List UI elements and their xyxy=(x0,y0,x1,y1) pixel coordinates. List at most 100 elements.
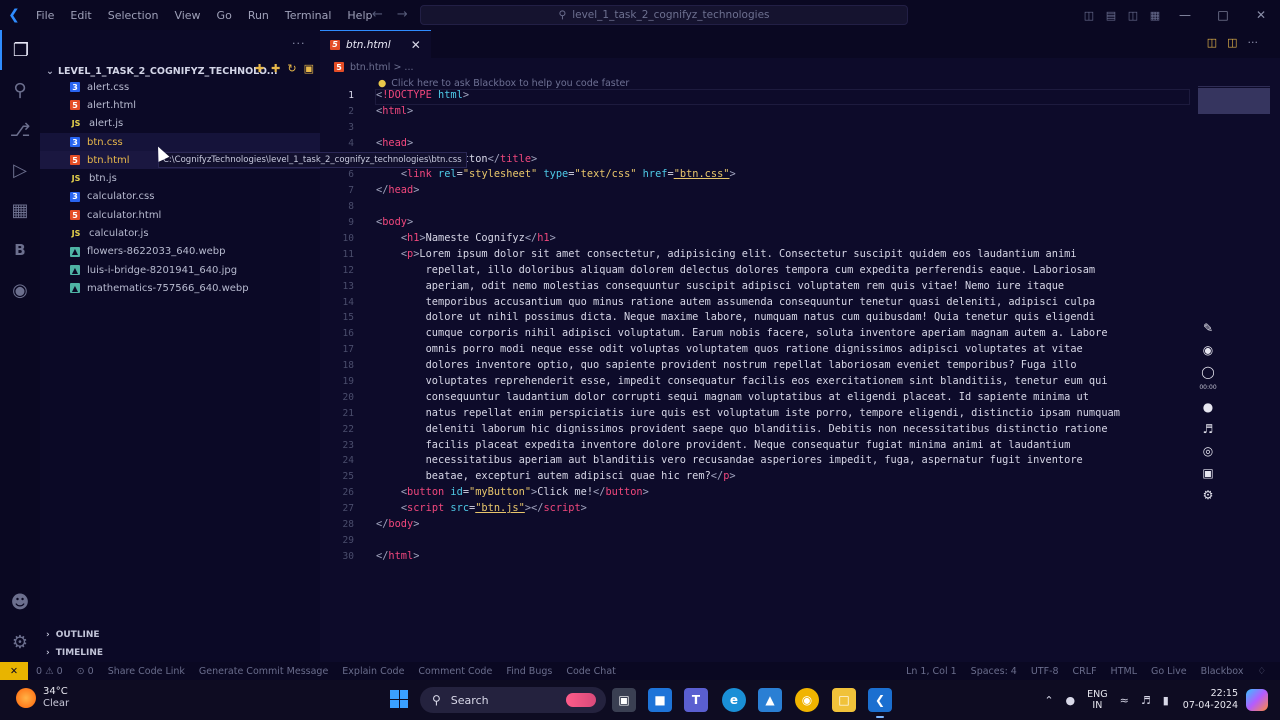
explorer-icon[interactable]: ❐ xyxy=(0,30,40,70)
microphone-icon[interactable]: ● xyxy=(1203,397,1213,416)
command-center-search[interactable]: ⚲ level_1_task_2_cognifyz_technologies xyxy=(420,5,908,25)
tab-btn-html[interactable]: 5 btn.html ✕ xyxy=(320,30,431,58)
go-live-button[interactable]: Go Live xyxy=(1151,666,1187,677)
minimap-viewport[interactable] xyxy=(1198,88,1270,114)
code-token[interactable]: "btn.css" xyxy=(674,168,730,180)
file-item[interactable]: 5 calculator.html xyxy=(40,206,320,224)
microphone-tray-icon[interactable]: ● xyxy=(1066,694,1076,707)
edge-icon[interactable]: e xyxy=(722,688,746,712)
record-icon[interactable]: ◯ xyxy=(1201,362,1214,381)
menu-selection[interactable]: Selection xyxy=(100,9,167,22)
search-extension-icon[interactable]: ◉ xyxy=(0,270,40,310)
panel-toggle-icon[interactable]: ▤ xyxy=(1100,9,1122,22)
breadcrumb[interactable]: 5 btn.html > ... xyxy=(320,58,1280,76)
split-editor-icon[interactable]: ◫ xyxy=(1227,36,1237,49)
windows-start-icon[interactable] xyxy=(390,690,408,708)
settings-icon[interactable]: ⚙ xyxy=(1203,485,1214,504)
settings-gear-icon[interactable]: ⚙ xyxy=(0,622,40,662)
customize-layout-icon[interactable]: ▦ xyxy=(1144,9,1166,22)
teams-icon[interactable]: T xyxy=(684,688,708,712)
weather-widget[interactable]: 34°C Clear xyxy=(16,686,69,710)
explain-code[interactable]: Explain Code xyxy=(342,666,404,677)
notifications-icon[interactable]: ♢ xyxy=(1257,666,1266,677)
account-icon[interactable]: ☻ xyxy=(0,582,40,622)
menu-edit[interactable]: Edit xyxy=(62,9,99,22)
new-file-icon[interactable]: ✚ xyxy=(255,62,264,75)
layout-toggle-icon[interactable]: ◫ xyxy=(1078,9,1100,22)
file-item[interactable]: ▲ flowers-8622033_640.webp xyxy=(40,243,320,261)
code-token: button xyxy=(407,486,445,499)
battery-icon[interactable]: ▮ xyxy=(1163,694,1169,707)
extensions-icon[interactable]: ▦ xyxy=(0,190,40,230)
line-ending[interactable]: CRLF xyxy=(1073,666,1097,677)
speaker-icon[interactable]: ♬ xyxy=(1203,419,1214,438)
widgets-icon[interactable]: ■ xyxy=(648,688,672,712)
run-debug-icon[interactable]: ▷ xyxy=(0,150,40,190)
close-tab-icon[interactable]: ✕ xyxy=(411,38,421,52)
volume-icon[interactable]: ♬ xyxy=(1141,694,1151,707)
remote-icon[interactable]: ✕ xyxy=(0,662,28,680)
blackbox-status[interactable]: Blackbox xyxy=(1201,666,1244,677)
refresh-icon[interactable]: ↻ xyxy=(287,62,296,75)
share-code-link[interactable]: Share Code Link xyxy=(108,666,185,677)
chevron-up-icon[interactable]: ⌃ xyxy=(1044,694,1053,707)
pen-icon[interactable]: ✎ xyxy=(1203,318,1213,337)
cursor-position[interactable]: Ln 1, Col 1 xyxy=(906,666,957,677)
taskbar-search[interactable]: ⚲ Search xyxy=(420,687,606,713)
indentation[interactable]: Spaces: 4 xyxy=(971,666,1017,677)
outline-section[interactable]: › OUTLINE xyxy=(40,626,320,644)
timeline-section[interactable]: › TIMELINE xyxy=(40,644,320,662)
clock[interactable]: 22:15 07-04-2024 xyxy=(1183,688,1238,712)
minimap[interactable] xyxy=(1198,88,1270,116)
file-item[interactable]: JS calculator.js xyxy=(40,224,320,242)
file-item[interactable]: 3 calculator.css xyxy=(40,188,320,206)
copilot-icon[interactable] xyxy=(1246,689,1268,711)
menu-view[interactable]: View xyxy=(166,9,208,22)
webcam-icon[interactable]: ◎ xyxy=(1203,441,1213,460)
close-window-icon[interactable]: ✕ xyxy=(1242,8,1280,22)
task-view-icon[interactable]: ▣ xyxy=(612,688,636,712)
source-control-icon[interactable]: ⎇ xyxy=(0,110,40,150)
encoding[interactable]: UTF-8 xyxy=(1031,666,1059,677)
find-bugs[interactable]: Find Bugs xyxy=(506,666,552,677)
comment-code[interactable]: Comment Code xyxy=(418,666,492,677)
menu-run[interactable]: Run xyxy=(240,9,277,22)
problems-count[interactable]: 0 ⚠ 0 xyxy=(36,666,63,677)
forward-arrow-icon[interactable]: → xyxy=(397,7,408,22)
file-item[interactable]: JS btn.js xyxy=(40,169,320,187)
back-arrow-icon[interactable]: ← xyxy=(372,7,383,22)
code-chat[interactable]: Code Chat xyxy=(566,666,616,677)
file-item[interactable]: 3 alert.css xyxy=(40,78,320,96)
file-explorer-icon[interactable]: □ xyxy=(832,688,856,712)
code-token[interactable]: "btn.js" xyxy=(475,502,525,514)
minimize-icon[interactable]: — xyxy=(1166,8,1204,22)
file-item[interactable]: JS alert.js xyxy=(40,115,320,133)
menu-terminal[interactable]: Terminal xyxy=(277,9,340,22)
file-item[interactable]: ▲ luis-i-bridge-8201941_640.jpg xyxy=(40,261,320,279)
blackbox-icon[interactable]: B xyxy=(0,230,40,270)
wifi-icon[interactable]: ≈ xyxy=(1120,694,1129,707)
ports-count[interactable]: ⊙ 0 xyxy=(77,666,94,677)
new-folder-icon[interactable]: ✚ xyxy=(271,62,280,75)
file-item[interactable]: 3 btn.css xyxy=(40,132,320,152)
open-preview-icon[interactable]: ◫ xyxy=(1207,36,1217,49)
file-item[interactable]: 5 alert.html xyxy=(40,96,320,114)
blackbox-hint[interactable]: ● Click here to ask Blackbox to help you… xyxy=(378,78,629,89)
language-indicator[interactable]: ENG IN xyxy=(1087,689,1107,711)
chrome-icon[interactable]: ◉ xyxy=(795,688,819,712)
photos-icon[interactable]: ▲ xyxy=(758,688,782,712)
more-actions-icon[interactable]: ··· xyxy=(1248,36,1259,49)
menu-file[interactable]: File xyxy=(28,9,62,22)
file-item[interactable]: ▲ mathematics-757566_640.webp xyxy=(40,279,320,297)
search-sidebar-icon[interactable]: ⚲ xyxy=(0,70,40,110)
more-actions-icon[interactable]: ··· xyxy=(292,37,306,50)
collapse-all-icon[interactable]: ▣ xyxy=(304,62,314,75)
generate-commit-message[interactable]: Generate Commit Message xyxy=(199,666,328,677)
window-icon[interactable]: ▣ xyxy=(1202,463,1213,482)
camera-icon[interactable]: ◉ xyxy=(1203,340,1213,359)
language-mode[interactable]: HTML xyxy=(1111,666,1137,677)
menu-go[interactable]: Go xyxy=(209,9,240,22)
vscode-taskbar-icon[interactable]: ❮ xyxy=(868,688,892,718)
maximize-icon[interactable]: □ xyxy=(1204,8,1242,22)
secondary-sidebar-toggle-icon[interactable]: ◫ xyxy=(1122,9,1144,22)
